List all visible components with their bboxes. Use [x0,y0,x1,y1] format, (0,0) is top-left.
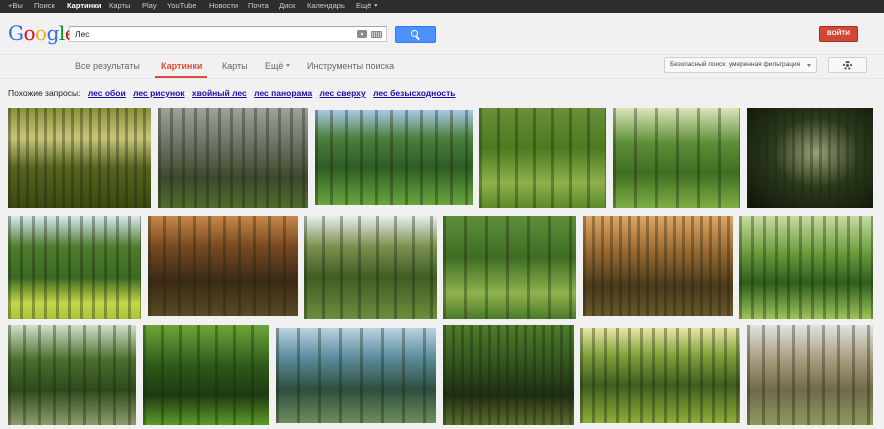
image-result[interactable] [583,216,733,316]
image-result[interactable] [479,108,606,208]
tab-maps[interactable]: Карты [222,61,248,72]
topbar-item-more[interactable]: Ещё ▼ [356,2,378,10]
related-link-wallpaper[interactable]: лес обои [88,88,126,98]
search-input[interactable]: Лес [69,26,387,42]
related-link-from-above[interactable]: лес сверху [320,88,366,98]
topbar-item-plus-you[interactable]: +Вы [8,2,23,10]
related-link-drawing[interactable]: лес рисунок [133,88,184,98]
topbar-item-images[interactable]: Картинки [67,2,102,10]
topbar-item-search[interactable]: Поиск [34,2,55,10]
image-result[interactable] [276,328,436,423]
tab-more[interactable]: Ещё [265,61,291,72]
related-link-conifer[interactable]: хвойный лес [192,88,247,98]
tab-images[interactable]: Картинки [161,61,202,72]
chevron-down-icon [807,64,811,67]
topbar-item-youtube[interactable]: YouTube [167,2,196,10]
tab-search-tools[interactable]: Инструменты поиска [307,61,394,72]
image-result[interactable] [747,325,873,425]
related-link-panorama[interactable]: лес панорама [254,88,312,98]
google-logo[interactable]: Google [8,22,77,44]
image-result[interactable] [304,216,437,319]
camera-icon[interactable] [357,30,367,38]
keyboard-icon[interactable] [371,31,382,38]
chevron-down-icon [286,64,291,67]
topbar-item-mail[interactable]: Почта [248,2,269,10]
topbar-item-more-label: Ещё [356,1,372,10]
topbar-item-news[interactable]: Новости [209,2,238,10]
topbar-item-play[interactable]: Play [142,2,157,10]
image-result[interactable] [148,216,298,316]
image-result[interactable] [8,108,151,208]
image-result[interactable] [739,216,873,319]
topbar-item-maps[interactable]: Карты [109,2,130,10]
safe-search-dropdown[interactable]: Безопасный поиск: умеренная фильтрация [664,57,817,73]
image-result[interactable] [443,216,576,319]
top-navigation-bar: +Вы Поиск Картинки Карты Play YouTube Но… [0,0,884,13]
header: Google Лес ВОЙТИ [0,13,884,55]
topbar-item-calendar[interactable]: Календарь [307,2,345,10]
image-result[interactable] [143,325,269,425]
tab-all-results[interactable]: Все результаты [75,61,140,72]
settings-button[interactable] [828,57,867,73]
image-result[interactable] [315,110,473,205]
search-query-text: Лес [75,29,90,39]
search-icon [411,30,418,37]
related-searches-label: Похожие запросы: [8,88,81,98]
search-button[interactable] [395,26,436,43]
chevron-down-icon: ▼ [373,3,379,9]
related-link-hopelessness[interactable]: лес безысходность [373,88,455,98]
topbar-item-drive[interactable]: Диск [279,2,295,10]
image-result[interactable] [580,328,740,423]
gear-icon [843,61,852,70]
safe-search-label: Безопасный поиск: умеренная фильтрация [670,61,801,68]
image-result[interactable] [443,325,574,425]
image-result[interactable] [613,108,740,208]
image-result[interactable] [747,108,873,208]
related-searches: Похожие запросы: лес обои лес рисунок хв… [8,88,456,99]
tab-more-label: Ещё [265,61,284,71]
image-result[interactable] [158,108,308,208]
image-result[interactable] [8,216,141,319]
active-tab-indicator [155,76,207,78]
signin-button[interactable]: ВОЙТИ [819,26,858,42]
image-result[interactable] [8,325,136,425]
